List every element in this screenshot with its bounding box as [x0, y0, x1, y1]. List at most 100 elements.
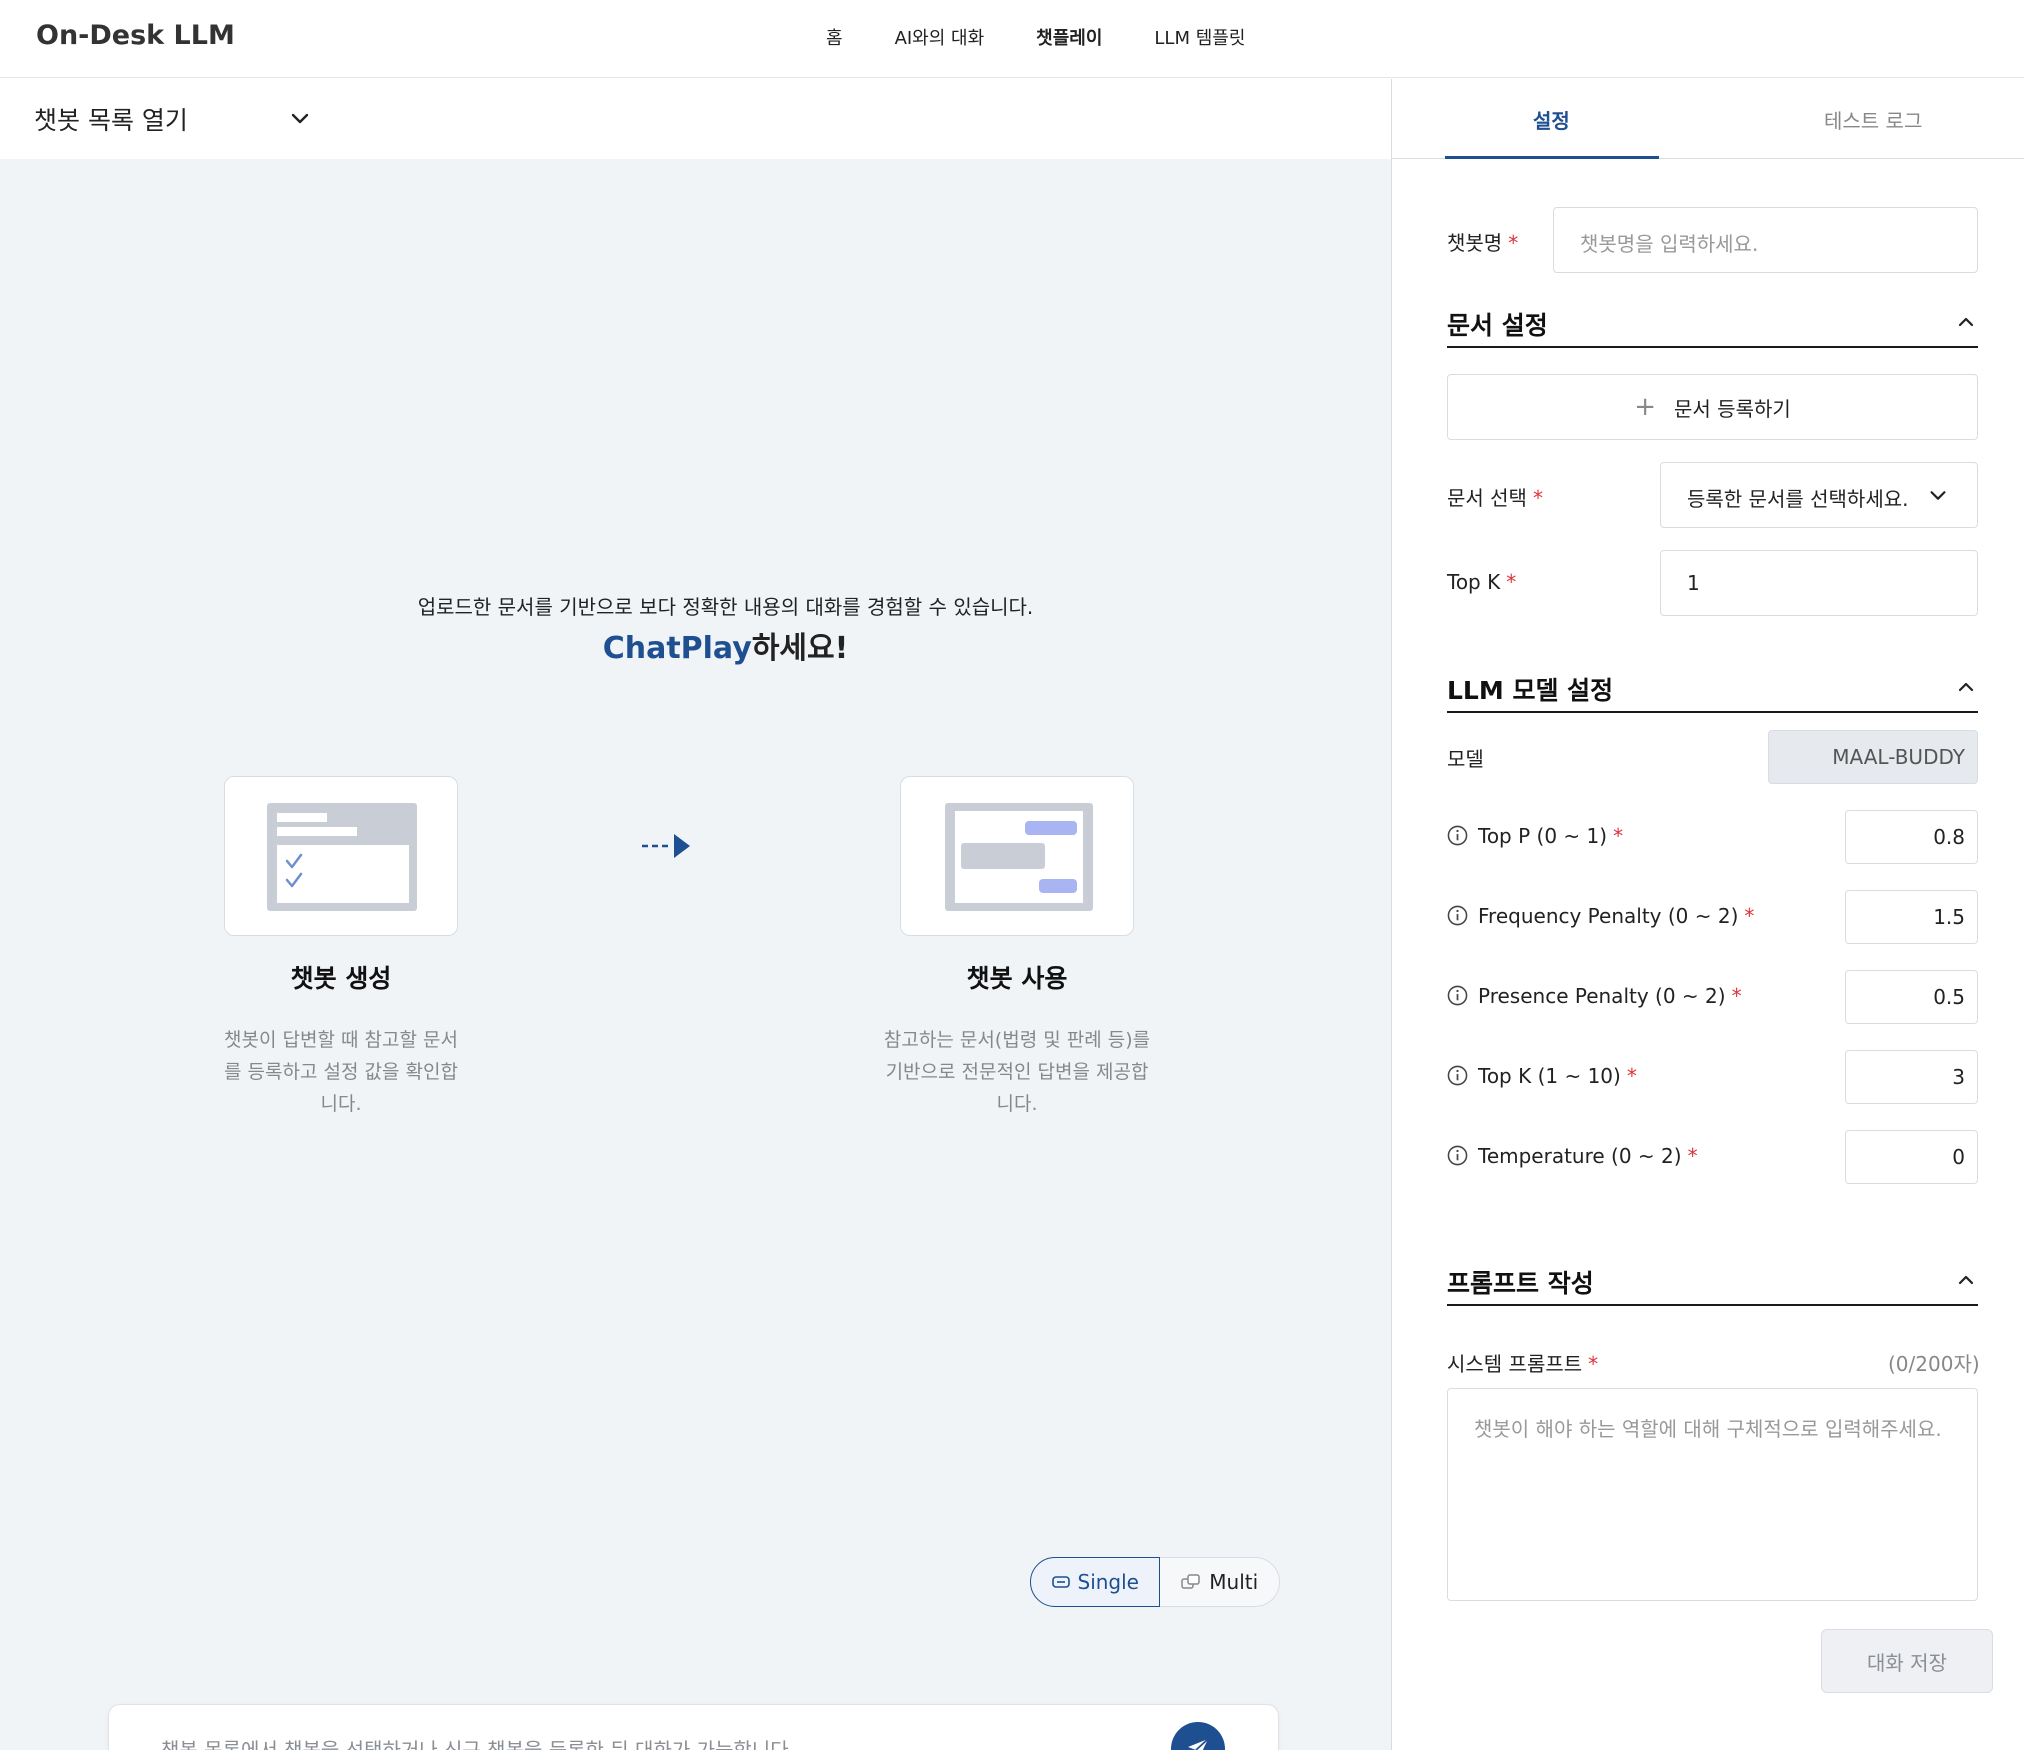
- doc-select-label: 문서 선택 *: [1447, 482, 1543, 511]
- param-top-p-label: Top P (0 ~ 1) *: [1447, 824, 1623, 848]
- chat-intro-panel: [0, 159, 1391, 1750]
- brand-logo[interactable]: On-Desk LLM: [36, 20, 235, 51]
- step-use-desc-line: 참고하는 문서(법령 및 판례 등)를: [883, 1029, 1151, 1051]
- doc-settings-title: 문서 설정: [1447, 311, 1548, 340]
- info-icon[interactable]: [1447, 825, 1468, 846]
- param-value: 0.8: [1933, 825, 1965, 849]
- mode-multi-label: Multi: [1209, 1570, 1259, 1594]
- bot-name-placeholder: 챗봇명을 입력하세요.: [1580, 232, 1759, 256]
- param-frequency-penalty-label: Frequency Penalty (0 ~ 2) *: [1447, 904, 1754, 928]
- doc-topk-value: 1: [1687, 571, 1700, 595]
- doc-topk-input[interactable]: 1: [1660, 550, 1978, 616]
- chevron-down-icon: [1930, 491, 1946, 500]
- multi-chat-icon: [1181, 1574, 1201, 1589]
- settings-panel: 설정 테스트 로그 챗봇명 * 챗봇명을 입력하세요. 문서 설정 + 문서 등록…: [1391, 79, 2024, 1750]
- mode-multi-button[interactable]: Multi: [1160, 1558, 1279, 1606]
- bot-list-label: 챗봇 목록 열기: [34, 106, 188, 135]
- param-temperature-input[interactable]: 0: [1845, 1130, 1978, 1184]
- single-chat-icon: [1051, 1576, 1070, 1588]
- param-value: 1.5: [1933, 905, 1965, 929]
- chat-mode-toggle: Single Multi: [1030, 1557, 1280, 1607]
- required-mark: *: [1506, 570, 1517, 594]
- param-top-k-input[interactable]: 3: [1845, 1050, 1978, 1104]
- nav-item-llm-template[interactable]: LLM 템플릿: [1128, 24, 1271, 50]
- required-mark: *: [1508, 231, 1519, 255]
- info-icon[interactable]: [1447, 1145, 1468, 1166]
- save-conversation-button[interactable]: 대화 저장: [1821, 1629, 1993, 1693]
- doc-select-label-text: 문서 선택: [1447, 486, 1527, 510]
- chat-message-input[interactable]: 챗봇 목록에서 챗봇을 선택하거나 신규 챗봇을 등록한 뒤 대화가 가능합니다…: [108, 1704, 1279, 1750]
- doc-select-value: 등록한 문서를 선택하세요.: [1687, 487, 1909, 511]
- active-tab-indicator: [1445, 156, 1659, 159]
- param-label-text: Top P (0 ~ 1): [1478, 824, 1608, 848]
- send-button[interactable]: [1171, 1722, 1225, 1750]
- param-value: 0: [1952, 1145, 1965, 1169]
- checklist-icon: [267, 803, 417, 911]
- step-use-desc-line: 니다.: [996, 1093, 1038, 1115]
- tab-settings[interactable]: 설정: [1533, 105, 1570, 134]
- nav-item-home[interactable]: 홈: [800, 24, 869, 50]
- create-bot-illustration: [224, 776, 458, 936]
- prompt-settings-header[interactable]: 프롬프트 작성: [1447, 1262, 1978, 1306]
- doc-settings-header[interactable]: 문서 설정: [1447, 304, 1978, 348]
- register-doc-button[interactable]: + 문서 등록하기: [1447, 374, 1978, 440]
- required-mark: *: [1626, 1064, 1637, 1088]
- bot-name-label-text: 챗봇명: [1447, 231, 1503, 255]
- step-create-title: 챗봇 생성: [290, 964, 392, 993]
- chat-area-header: 챗봇 목록 열기: [0, 79, 1391, 159]
- chevron-up-icon: [1958, 682, 1974, 692]
- llm-settings-header[interactable]: LLM 모델 설정: [1447, 669, 1978, 713]
- chat-window-icon: [945, 803, 1093, 911]
- bot-name-label: 챗봇명 *: [1447, 227, 1518, 256]
- param-label-text: Temperature (0 ~ 2): [1478, 1144, 1682, 1168]
- chat-input-placeholder: 챗봇 목록에서 챗봇을 선택하거나 신규 챗봇을 등록한 뒤 대화가 가능합니다…: [161, 1738, 795, 1750]
- model-value: MAAL-BUDDY: [1832, 745, 1965, 769]
- step-create-desc-line: 를 등록하고 설정 값을 확인합: [224, 1061, 458, 1083]
- required-mark: *: [1588, 1352, 1599, 1376]
- mode-single-button[interactable]: Single: [1030, 1557, 1161, 1607]
- llm-settings-title: LLM 모델 설정: [1447, 676, 1614, 705]
- intro-title: ChatPlay하세요!: [0, 623, 1451, 667]
- nav-item-chatplay[interactable]: 챗플레이: [1010, 24, 1128, 50]
- step-use-desc-line: 기반으로 전문적인 답변을 제공합: [885, 1061, 1149, 1083]
- top-nav-bar: On-Desk LLM 홈 AI와의 대화 챗플레이 LLM 템플릿: [0, 0, 2024, 78]
- char-counter: (0/200자): [1888, 1352, 1980, 1376]
- intro-subtitle: 업로드한 문서를 기반으로 보다 정확한 내용의 대화를 경험할 수 있습니다.: [417, 595, 1034, 619]
- param-presence-penalty-input[interactable]: 0.5: [1845, 970, 1978, 1024]
- step-create-desc: 챗봇이 답변할 때 참고할 문서 를 등록하고 설정 값을 확인합 니다.: [191, 1024, 491, 1120]
- required-mark: *: [1744, 904, 1755, 928]
- required-mark: *: [1613, 824, 1624, 848]
- tab-test-log[interactable]: 테스트 로그: [1824, 105, 1922, 134]
- model-label: 모델: [1447, 747, 1484, 771]
- param-value: 0.5: [1933, 985, 1965, 1009]
- system-prompt-textarea[interactable]: 챗봇이 해야 하는 역할에 대해 구체적으로 입력해주세요.: [1447, 1388, 1978, 1601]
- register-doc-label: 문서 등록하기: [1674, 396, 1791, 421]
- prompt-settings-title: 프롬프트 작성: [1447, 1269, 1594, 1298]
- model-field: MAAL-BUDDY: [1768, 730, 1978, 784]
- step-create-desc-line: 챗봇이 답변할 때 참고할 문서: [224, 1029, 458, 1051]
- info-icon[interactable]: [1447, 1065, 1468, 1086]
- mode-single-label: Single: [1077, 1570, 1139, 1594]
- doc-select-dropdown[interactable]: 등록한 문서를 선택하세요.: [1660, 462, 1978, 528]
- plus-icon: +: [1634, 392, 1657, 422]
- param-value: 3: [1952, 1065, 1965, 1089]
- bot-list-dropdown[interactable]: 챗봇 목록 열기: [34, 101, 309, 137]
- send-icon: [1188, 1738, 1209, 1750]
- required-mark: *: [1687, 1144, 1698, 1168]
- info-icon[interactable]: [1447, 905, 1468, 926]
- step-use-desc: 참고하는 문서(법령 및 판례 등)를 기반으로 전문적인 답변을 제공합 니다…: [867, 1024, 1167, 1120]
- chat-area: 챗봇 목록 열기 업로드한 문서를 기반으로 보다 정확한 내용의 대화를 경험…: [0, 79, 1391, 1750]
- intro-title-accent: ChatPlay: [602, 631, 752, 666]
- bot-name-input[interactable]: 챗봇명을 입력하세요.: [1553, 207, 1978, 273]
- chevron-down-icon: [291, 113, 309, 124]
- param-temperature-label: Temperature (0 ~ 2) *: [1447, 1144, 1698, 1168]
- param-top-p-input[interactable]: 0.8: [1845, 810, 1978, 864]
- use-bot-illustration: [900, 776, 1134, 936]
- nav-item-ai-chat[interactable]: AI와의 대화: [869, 24, 1011, 50]
- system-prompt-placeholder: 챗봇이 해야 하는 역할에 대해 구체적으로 입력해주세요.: [1474, 1417, 1942, 1441]
- required-mark: *: [1731, 984, 1742, 1008]
- intro-title-rest: 하세요!: [751, 631, 849, 666]
- info-icon[interactable]: [1447, 985, 1468, 1006]
- system-prompt-label: 시스템 프롬프트 *: [1447, 1348, 1598, 1377]
- param-frequency-penalty-input[interactable]: 1.5: [1845, 890, 1978, 944]
